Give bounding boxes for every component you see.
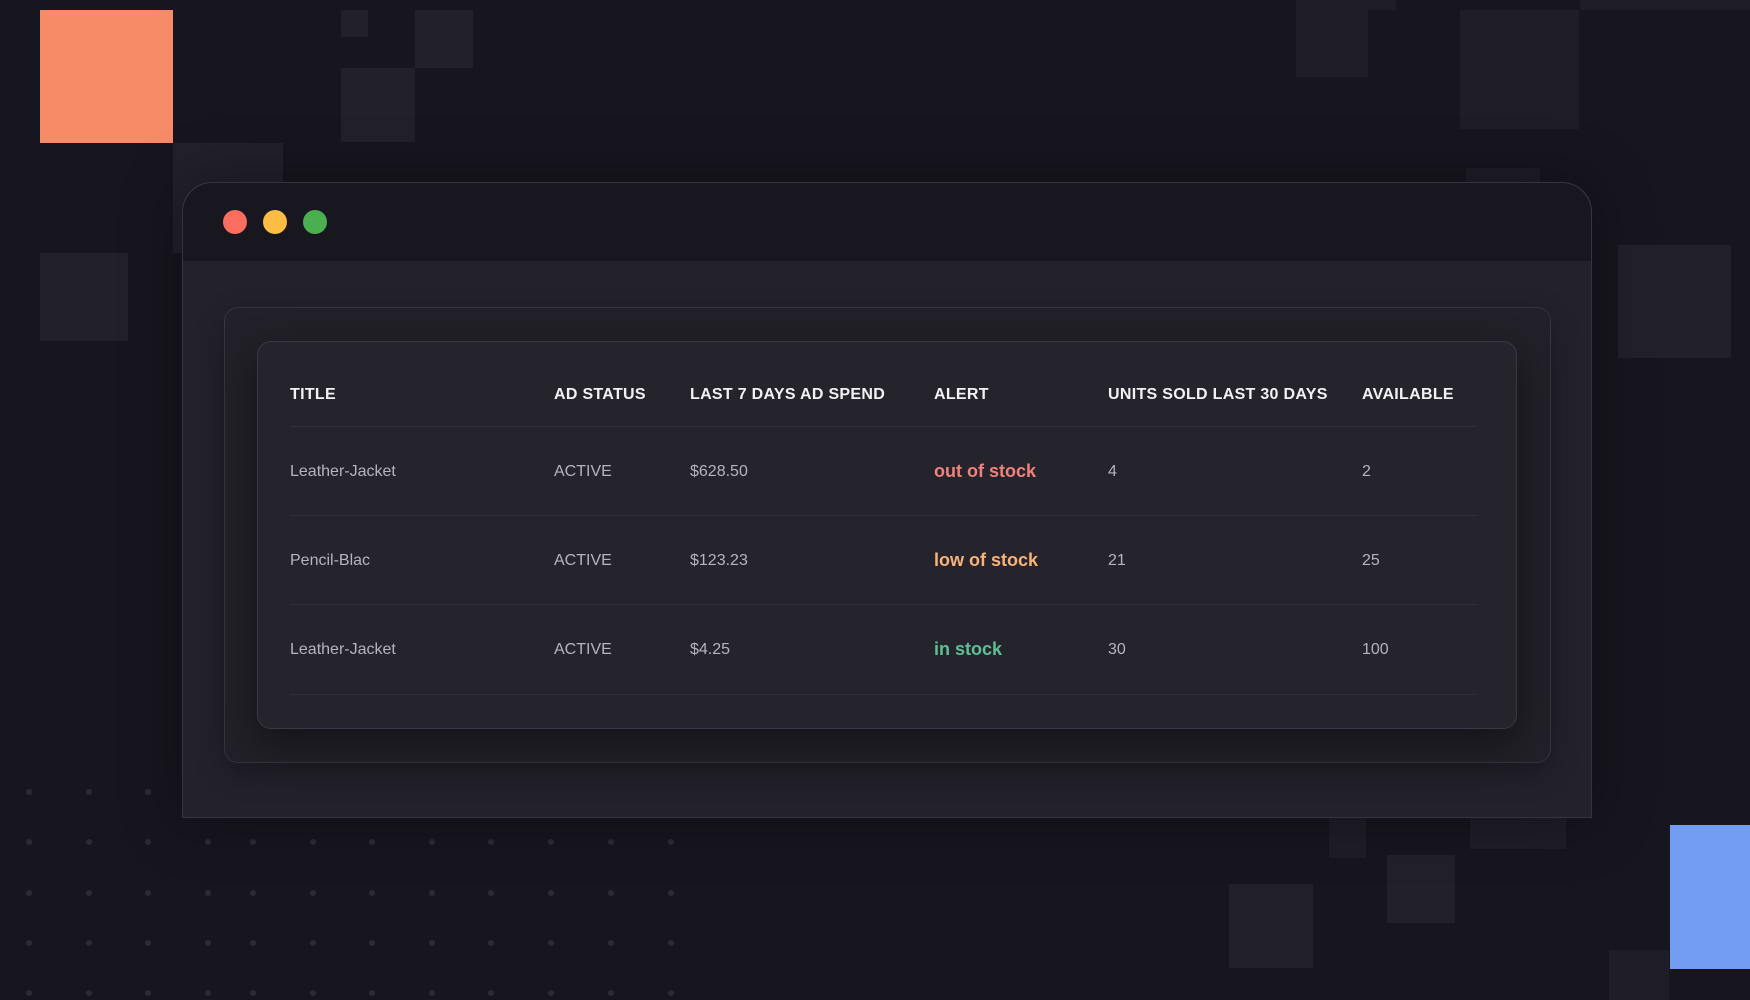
decor-square — [415, 10, 473, 68]
minimize-window-button[interactable] — [263, 210, 287, 234]
cell-units-sold: 21 — [1108, 552, 1126, 569]
decor-square — [1229, 884, 1313, 968]
cell-ad-spend: $123.23 — [690, 552, 748, 569]
cell-ad-spend: $4.25 — [690, 641, 731, 658]
decor-square — [1609, 950, 1669, 1000]
cell-ad-status: ACTIVE — [554, 641, 612, 658]
cell-alert-badge: in stock — [934, 639, 1003, 659]
decor-square — [1296, 0, 1368, 77]
decor-square — [1618, 245, 1731, 358]
cell-title: Pencil-Blac — [290, 552, 371, 569]
cell-ad-spend: $628.50 — [690, 463, 748, 480]
cell-units-sold: 4 — [1108, 463, 1117, 480]
cell-available: 2 — [1362, 463, 1371, 480]
window-titlebar — [183, 183, 1591, 261]
app-window: TITLE AD STATUS LAST 7 DAYS AD SPEND ALE… — [182, 182, 1592, 818]
cell-available: 100 — [1362, 641, 1389, 658]
maximize-window-button[interactable] — [303, 210, 327, 234]
close-window-button[interactable] — [223, 210, 247, 234]
orange-decor-square — [40, 10, 173, 143]
cell-available: 25 — [1362, 552, 1380, 569]
cell-ad-status: ACTIVE — [554, 463, 612, 480]
cell-alert-badge: low of stock — [934, 550, 1039, 570]
decor-square — [1460, 10, 1579, 129]
cell-alert-badge: out of stock — [934, 461, 1036, 481]
cell-title: Leather-Jacket — [290, 641, 396, 658]
decor-square — [40, 253, 128, 341]
cell-title: Leather-Jacket — [290, 463, 396, 480]
decor-square — [341, 68, 415, 142]
table-row[interactable]: Leather-Jacket ACTIVE $4.25 in stock 30 … — [290, 604, 1476, 695]
decor-square — [1387, 855, 1455, 923]
table-row[interactable]: Leather-Jacket ACTIVE $628.50 out of sto… — [290, 426, 1476, 516]
blue-decor-square — [1670, 825, 1750, 969]
decor-square — [1580, 0, 1750, 10]
inventory-table: TITLE AD STATUS LAST 7 DAYS AD SPEND ALE… — [257, 341, 1517, 729]
table-row[interactable]: Pencil-Blac ACTIVE $123.23 low of stock … — [290, 515, 1476, 605]
decor-square — [1314, 0, 1396, 10]
decor-square — [341, 10, 368, 37]
decor-square — [1329, 818, 1366, 858]
cell-ad-status: ACTIVE — [554, 552, 612, 569]
cell-units-sold: 30 — [1108, 641, 1126, 658]
decor-square — [1470, 818, 1566, 849]
